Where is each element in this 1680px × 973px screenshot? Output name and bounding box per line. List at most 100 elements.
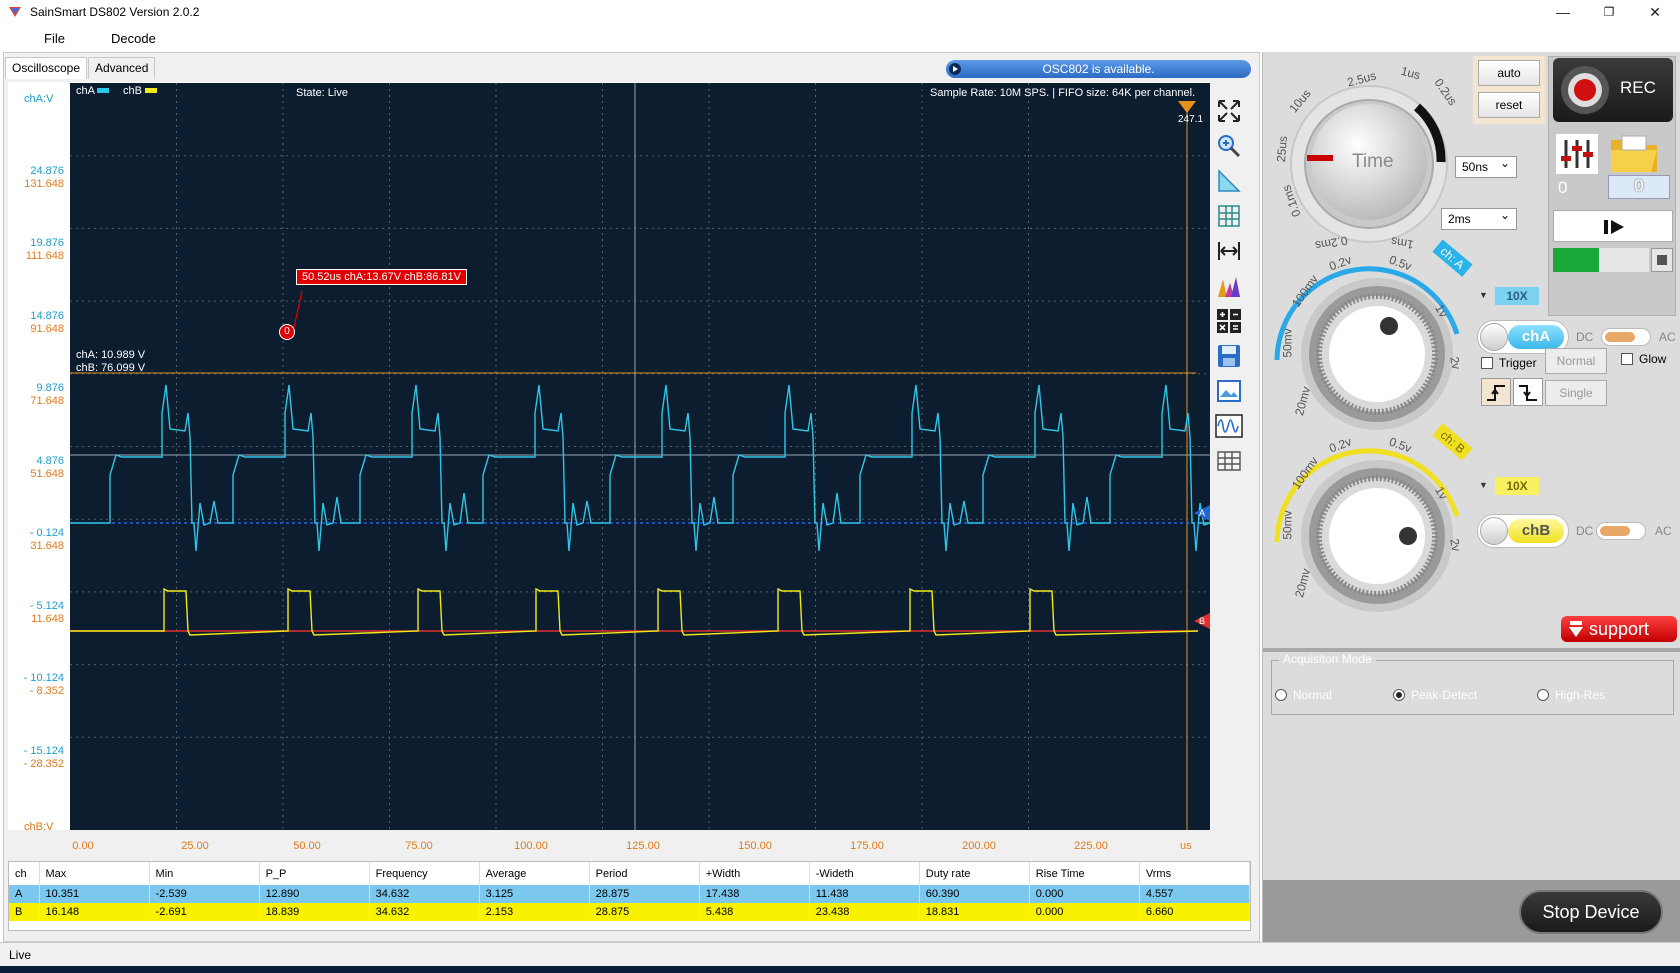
- measurement-cell: 12.890: [259, 885, 370, 903]
- chb-legend-swatch: [145, 88, 157, 93]
- close-button[interactable]: ✕: [1632, 0, 1678, 24]
- measurement-cell: 2.153: [479, 903, 590, 921]
- cha-coupling-switch[interactable]: [1601, 328, 1651, 346]
- y-label-chb: 71.648: [30, 395, 64, 407]
- measurement-header-cell: Period: [589, 862, 700, 885]
- zoom-in-icon[interactable]: [1213, 131, 1245, 161]
- mixer-settings-icon[interactable]: [1556, 134, 1598, 174]
- measurement-header-cell: -Wideth: [809, 862, 920, 885]
- trigger-rising-edge-button[interactable]: [1481, 378, 1511, 406]
- spectrum-icon[interactable]: [1213, 271, 1245, 301]
- acq-normal-radio[interactable]: [1275, 689, 1287, 701]
- cha-probe-select[interactable]: 10X: [1495, 287, 1539, 305]
- chb-ac-label: AC: [1655, 524, 1672, 538]
- app-icon: [9, 7, 21, 17]
- title-bar: SainSmart DS802 Version 2.0.2 — ❐ ✕: [0, 0, 1680, 24]
- trigger-single-button[interactable]: Single: [1545, 380, 1607, 406]
- measurement-row-cha[interactable]: A 10.351 -2.539 12.890 34.632 3.125 28.875 17.4…: [9, 885, 1251, 903]
- y-label-cha: - 5.124: [29, 600, 64, 612]
- chb-probe-select[interactable]: 10X: [1495, 477, 1539, 495]
- tab-oscilloscope[interactable]: Oscilloscope: [5, 57, 88, 79]
- y-label-chb: 111.648: [25, 250, 64, 262]
- measurement-header-cell: +Width: [699, 862, 810, 885]
- measurement-cell: 18.839: [259, 903, 370, 921]
- save-icon[interactable]: [1213, 341, 1245, 371]
- auto-button[interactable]: auto: [1478, 60, 1540, 86]
- cursor-chb-readout: chB: 76.099 V: [76, 362, 146, 374]
- acq-high-res-radio[interactable]: [1537, 689, 1549, 701]
- measurement-header-cell: Rise Time: [1029, 862, 1140, 885]
- measurement-cell: 3.125: [479, 885, 590, 903]
- chb-scale-2v: 2v: [1447, 537, 1464, 553]
- marker-tooltip: 50.52us chA:13.67V chB:86.81V: [296, 269, 468, 285]
- y-unit-cha: chA:V: [24, 93, 54, 105]
- trigger-falling-edge-button[interactable]: [1513, 378, 1543, 406]
- measurement-row-chb[interactable]: B 16.148 -2.691 18.839 34.632 2.153 28.875 5.43…: [9, 903, 1251, 921]
- state-label: State: Live: [296, 87, 348, 99]
- horizontal-measure-icon[interactable]: [1213, 236, 1245, 266]
- menu-decode[interactable]: Decode: [111, 31, 156, 46]
- measurement-cell: B: [9, 903, 40, 921]
- cha-legend: chA: [76, 85, 95, 97]
- cha-waveform: [70, 384, 1210, 552]
- device-available-banner[interactable]: OSC802 is available.: [946, 60, 1251, 78]
- acq-normal-label: Normal: [1293, 688, 1332, 702]
- menu-file[interactable]: File: [44, 31, 65, 46]
- fit-screen-icon[interactable]: [1213, 96, 1245, 126]
- ruler-icon[interactable]: [1213, 166, 1245, 196]
- maximize-button[interactable]: ❐: [1586, 0, 1632, 24]
- support-arrow-icon: [1569, 621, 1583, 637]
- waveform-icon[interactable]: [1213, 411, 1245, 441]
- measurement-header-cell: Duty rate: [919, 862, 1030, 885]
- trigger-checkbox[interactable]: [1481, 357, 1493, 369]
- reset-button[interactable]: reset: [1478, 92, 1540, 118]
- support-label: support: [1589, 619, 1650, 639]
- chb-toggle-button[interactable]: chB: [1477, 514, 1569, 548]
- marker-point[interactable]: 0: [279, 324, 295, 340]
- screenshot-icon[interactable]: [1213, 376, 1245, 406]
- y-label-chb: 11.648: [31, 613, 64, 625]
- measurement-cell: 34.632: [369, 903, 480, 921]
- time-window-select[interactable]: 2ms: [1441, 208, 1517, 230]
- y-label-chb: 131.648: [24, 178, 64, 190]
- grid-icon[interactable]: [1213, 201, 1245, 231]
- measurement-cell: 16.148: [39, 903, 150, 921]
- chb-dc-label: DC: [1576, 524, 1594, 538]
- glow-checkbox[interactable]: [1621, 353, 1633, 365]
- chb-coupling-switch[interactable]: [1596, 522, 1646, 540]
- waveform-display[interactable]: chA chB State: Live Sample Rate: 10M SPS…: [70, 83, 1210, 830]
- trigger-normal-button[interactable]: Normal: [1545, 348, 1607, 374]
- x-label: 100.00: [514, 840, 548, 852]
- measurement-header-cell: Average: [479, 862, 590, 885]
- y-label-cha: 24.876: [30, 165, 64, 177]
- open-folder-icon[interactable]: [1608, 132, 1660, 176]
- x-label: 75.00: [405, 840, 433, 852]
- rec-button[interactable]: REC: [1553, 58, 1673, 122]
- support-button[interactable]: support: [1561, 616, 1677, 642]
- x-label: 175.00: [850, 840, 884, 852]
- stop-record-button[interactable]: [1651, 248, 1673, 272]
- time-base-select[interactable]: 50ns: [1455, 156, 1517, 178]
- measurement-header-row: ch Max Min P_P Frequency Average Period +Width -…: [9, 862, 1251, 885]
- acq-peak-detect-radio[interactable]: [1393, 689, 1405, 701]
- counter-input[interactable]: 0: [1608, 175, 1670, 199]
- measurement-cell: 60.390: [919, 885, 1030, 903]
- measurement-header-cell: Frequency: [369, 862, 480, 885]
- minimize-button[interactable]: —: [1540, 0, 1586, 24]
- y-label-chb: - 8.352: [29, 685, 64, 697]
- measurement-header-cell: Max: [39, 862, 150, 885]
- tab-advanced[interactable]: Advanced: [88, 57, 156, 79]
- play-button[interactable]: [1553, 210, 1673, 242]
- chb-probe-dropdown-icon[interactable]: ▼: [1479, 480, 1488, 490]
- y-label-cha: - 10.124: [23, 672, 64, 684]
- measurement-cell: -2.691: [149, 903, 260, 921]
- math-icon[interactable]: [1213, 306, 1245, 336]
- x-label: 0.00: [72, 840, 94, 852]
- cha-ac-label: AC: [1659, 330, 1676, 344]
- cha-probe-dropdown-icon[interactable]: ▼: [1479, 290, 1488, 300]
- play-step-icon: [1604, 220, 1624, 234]
- table-icon[interactable]: [1213, 446, 1245, 476]
- trigger-label: Trigger: [1499, 356, 1537, 370]
- stop-device-button[interactable]: Stop Device: [1519, 890, 1663, 934]
- y-label-cha: - 15.124: [23, 745, 64, 757]
